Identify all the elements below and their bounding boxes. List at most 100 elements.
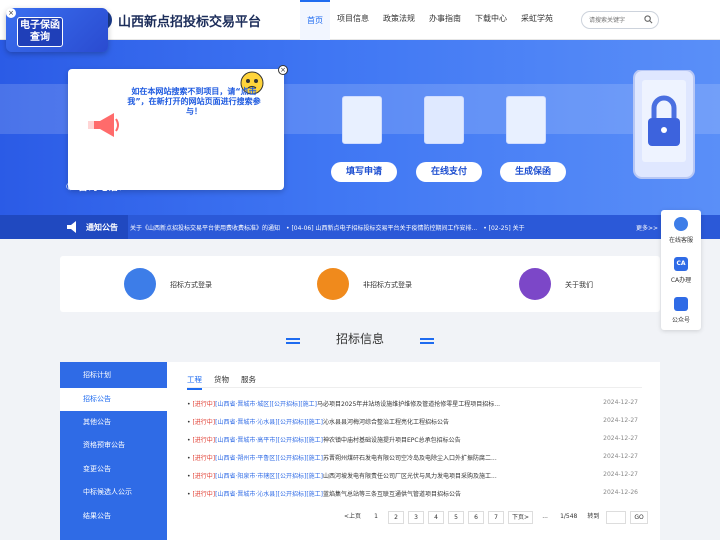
side-wechat-label[interactable]: 公众号 <box>661 315 701 324</box>
row-text[interactable]: 神农镇中庙村基础设施提升项目EPC总承包招标公告 <box>323 437 461 444</box>
payment-illustration-icon <box>424 96 464 144</box>
row-title[interactable]: • [进行中][山西省·朔州市·平鲁区][公开招标][施工]苏晋朔州煤矸石发电有… <box>187 453 557 462</box>
site-title[interactable]: 山西新点招投标交易平台 <box>118 11 261 30</box>
section-title: 招标信息 <box>335 332 384 346</box>
side-ca-label[interactable]: CA办理 <box>661 275 701 284</box>
page-2[interactable]: 2 <box>388 510 405 524</box>
notice-bar: 通知公告 关于《山西新点招投标交易平台使用费收费标准》的通知 • [04-06]… <box>0 215 720 239</box>
popup-message: 如在本网站搜索不到项目，请“点击我”，在新打开的网站页面进行搜索参与！ <box>127 87 261 116</box>
page-4[interactable]: 4 <box>428 510 445 524</box>
quick-about-us[interactable]: 关于我们 <box>519 268 639 300</box>
table-row[interactable]: • [进行中][山西省·晋城市·高平市][公开招标][施工]神农镇中庙村基础设施… <box>187 429 642 447</box>
prev-page-button[interactable]: <上页 <box>341 510 365 524</box>
hotline-text: 咨询电话：13593190610 <box>77 182 205 193</box>
guarantee-query-badge[interactable]: × 电子保函 查询 <box>6 8 108 52</box>
goto-label: 转到 <box>584 510 603 524</box>
sidebar-item-other[interactable]: 其他公告 <box>60 411 167 434</box>
page-1[interactable]: 1 <box>368 510 385 524</box>
sidebar-item-change[interactable]: 变更公告 <box>60 458 167 481</box>
row-region: [山西省·阳泉市·市辖区][公开招标][施工] <box>215 473 324 480</box>
guarantee-steps: 填写申请 在线支付 生成保函 <box>328 92 568 184</box>
quick-tender-login-label[interactable]: 招标方式登录 <box>170 280 212 290</box>
quick-links: 招标方式登录 非招标方式登录 关于我们 <box>60 256 660 312</box>
popup-close-icon[interactable]: × <box>278 65 288 75</box>
nav-policy[interactable]: 政策法规 <box>376 0 422 40</box>
side-online-service[interactable]: 在线客服 <box>661 210 701 250</box>
table-row[interactable]: • [进行中][山西省·晋城市·沁水县][公开招标][施工]蓝焰集气总站等三条互… <box>187 483 642 501</box>
nav-guide[interactable]: 办事指南 <box>422 0 468 40</box>
page-7[interactable]: 7 <box>488 510 505 524</box>
page-5[interactable]: 5 <box>448 510 465 524</box>
sidebar-item-candidate[interactable]: 中标候选人公示 <box>60 481 167 504</box>
step-generate[interactable]: 生成保函 <box>500 162 566 182</box>
badge-close-icon[interactable]: × <box>6 8 16 18</box>
row-text[interactable]: 马必项目2025年井站场设施维护维修及管道抢修零星工程项目招标... <box>317 401 500 408</box>
notice-label-box: 通知公告 <box>0 215 128 239</box>
row-title[interactable]: • [进行中][山西省·晋城市·沁水县][公开招标][施工]沁水县县河梅河综合整… <box>187 417 557 426</box>
notice-ticker[interactable]: 关于《山西新点招投标交易平台使用费收费标准》的通知 • [04-06] 山西新点… <box>130 223 630 232</box>
table-row[interactable]: • [进行中][山西省·晋城市·城区][公开招标][施工]马必项目2025年井站… <box>187 393 642 411</box>
hotline: ✆ 咨询电话：13593190610 <box>66 178 204 193</box>
page-6[interactable]: 6 <box>468 510 485 524</box>
row-text[interactable]: 沁水县县河梅河综合整治工程亮化工程招标公告 <box>323 419 449 426</box>
nav-projects[interactable]: 项目信息 <box>330 0 376 40</box>
side-wechat[interactable]: 公众号 <box>661 290 701 330</box>
sidebar-item-result[interactable]: 结果公告 <box>60 505 167 528</box>
row-text[interactable]: 苏晋朔州煤矸石发电有限公司空冷岛及电除尘入口外扩振防腐二... <box>323 455 497 462</box>
title-deco-right <box>420 338 434 344</box>
row-date: 2024-12-27 <box>603 453 638 460</box>
quick-tender-login[interactable]: 招标方式登录 <box>124 268 274 300</box>
table-row[interactable]: • [进行中][山西省·阳泉市·市辖区][公开招标][施工]山西河坡发电有限责任… <box>187 465 642 483</box>
row-status: [进行中] <box>192 437 216 444</box>
notice-more-link[interactable]: 更多>> <box>636 223 658 232</box>
search-box[interactable] <box>581 11 659 29</box>
row-text[interactable]: 蓝焰集气总站等三条互联互通供气管道项目招标公告 <box>323 491 461 498</box>
headset-icon <box>519 268 551 300</box>
pager-ellipsis: ... <box>537 510 554 524</box>
notice-label: 通知公告 <box>86 223 118 232</box>
step-pay[interactable]: 在线支付 <box>416 162 482 182</box>
row-status: [进行中] <box>192 473 216 480</box>
row-title[interactable]: • [进行中][山西省·阳泉市·市辖区][公开招标][施工]山西河坡发电有限责任… <box>187 471 557 480</box>
sidebar-item-tender[interactable]: 招标公告 <box>60 388 167 411</box>
phone-icon: ✆ <box>66 182 75 193</box>
row-region: [山西省·晋城市·城区][公开招标][施工] <box>215 401 318 408</box>
nav-academy[interactable]: 采虹学苑 <box>514 0 560 40</box>
row-title[interactable]: • [进行中][山西省·晋城市·高平市][公开招标][施工]神农镇中庙村基础设施… <box>187 435 557 444</box>
row-region: [山西省·晋城市·沁水县][公开招标][施工] <box>215 491 324 498</box>
row-date: 2024-12-27 <box>603 399 638 406</box>
quick-nontender-login[interactable]: 非招标方式登录 <box>317 268 467 300</box>
user-card-icon <box>124 268 156 300</box>
sidebar-item-prequal[interactable]: 资格预审公告 <box>60 434 167 457</box>
search-icon[interactable] <box>644 15 653 24</box>
step-apply[interactable]: 填写申请 <box>331 162 397 182</box>
header: 山西新点招投标交易平台 首页 项目信息 政策法规 办事指南 下载中心 采虹学苑 <box>0 0 720 40</box>
side-online-service-label[interactable]: 在线客服 <box>661 235 701 244</box>
page-3[interactable]: 3 <box>408 510 425 524</box>
main-nav: 首页 项目信息 政策法规 办事指南 下载中心 采虹学苑 <box>300 0 560 40</box>
go-button[interactable]: GO <box>630 510 648 524</box>
badge-label[interactable]: 电子保函 查询 <box>17 17 63 47</box>
pagination: <上页 1 2 3 4 5 6 7 下页> ... 1/548 转到 GO <box>341 510 652 524</box>
search-tip-popup[interactable]: × 如在本网站搜索不到项目，请“点击我”，在新打开的网站页面进行搜索参与！ <box>68 65 288 190</box>
quick-about-us-label[interactable]: 关于我们 <box>565 280 593 290</box>
table-row[interactable]: • [进行中][山西省·晋城市·沁水县][公开招标][施工]沁水县县河梅河综合整… <box>187 411 642 429</box>
title-deco-left <box>286 338 300 344</box>
nav-home[interactable]: 首页 <box>300 0 330 40</box>
search-input[interactable] <box>582 12 642 28</box>
table-row[interactable]: • [进行中][山西省·朔州市·平鲁区][公开招标][施工]苏晋朔州煤矸石发电有… <box>187 447 642 465</box>
row-text[interactable]: 山西河坡发电有限责任公司厂区光伏与风力发电项目采购及施工... <box>323 473 497 480</box>
sidebar-item-plan[interactable]: 招标计划 <box>60 364 167 387</box>
row-title[interactable]: • [进行中][山西省·晋城市·沁水县][公开招标][施工]蓝焰集气总站等三条互… <box>187 489 557 498</box>
nav-download[interactable]: 下载中心 <box>468 0 514 40</box>
quick-nontender-login-label[interactable]: 非招标方式登录 <box>363 280 412 290</box>
next-page-button[interactable]: 下页> <box>508 510 534 524</box>
row-title[interactable]: • [进行中][山西省·晋城市·城区][公开招标][施工]马必项目2025年井站… <box>187 399 557 408</box>
goto-page-input[interactable] <box>606 510 627 524</box>
row-region: [山西省·晋城市·高平市][公开招标][施工] <box>215 437 324 444</box>
side-ca[interactable]: CA CA办理 <box>661 250 701 290</box>
service-avatar-icon <box>674 217 688 231</box>
hero-banner: × 如在本网站搜索不到项目，请“点击我”，在新打开的网站页面进行搜索参与！ ✆ … <box>0 40 720 215</box>
ca-icon: CA <box>674 257 688 271</box>
side-float-panel: 在线客服 CA CA办理 公众号 <box>661 210 701 330</box>
